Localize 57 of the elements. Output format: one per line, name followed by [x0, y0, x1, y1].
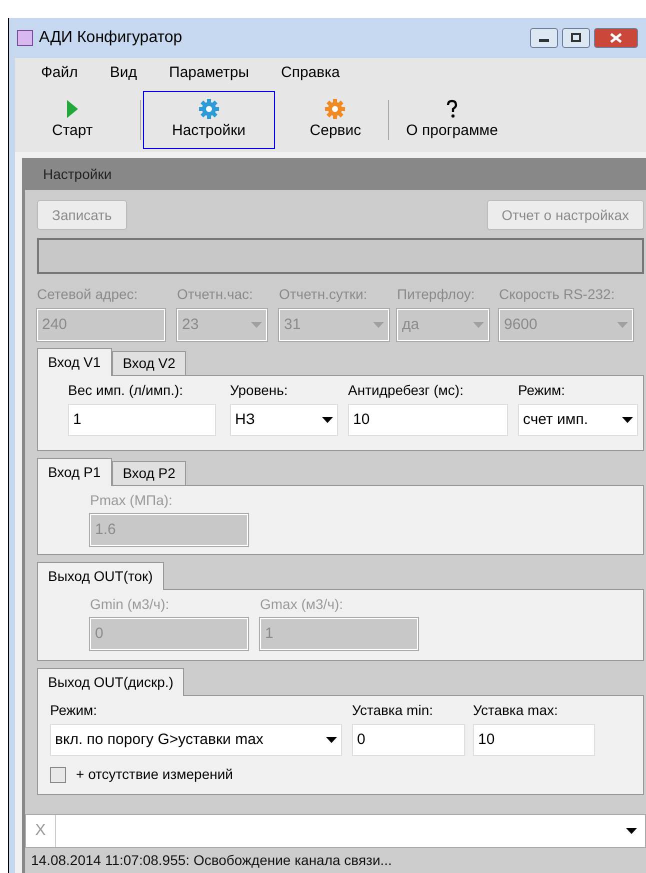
checkbox[interactable] — [50, 766, 66, 782]
menu-item[interactable]: Справка — [265, 62, 356, 84]
field-label: Отчетн.сутки: — [279, 285, 368, 304]
input-field[interactable]: 10 — [348, 404, 508, 436]
field-label: Pmax (МПа): — [90, 491, 174, 510]
caret-icon — [617, 322, 628, 328]
gear-icon — [324, 98, 346, 120]
menu-item[interactable]: Вид — [94, 62, 154, 84]
tab[interactable]: Выход OUT(дискр.) — [37, 668, 184, 696]
field-label: Вес имп. (л/имп.): — [68, 381, 184, 400]
field-label: Отчетн.час: — [177, 285, 254, 304]
field-label: Gmin (м3/ч): — [90, 595, 170, 614]
caret-icon — [626, 828, 637, 834]
toolbar-button[interactable]: Старт — [37, 91, 108, 149]
combo-box[interactable]: НЗ — [230, 404, 338, 436]
settings-icon — [198, 98, 220, 120]
tab[interactable]: Вход V1 — [37, 348, 112, 376]
toolbar-button[interactable]: Настройки — [142, 91, 275, 149]
caret-icon — [251, 322, 262, 328]
checkbox-label: + отсутствие измерений — [76, 765, 233, 784]
maximize-icon — [570, 33, 582, 43]
toolbar-button[interactable]: О программе — [391, 91, 513, 149]
tab[interactable]: Вход V2 — [112, 351, 186, 375]
tab[interactable]: Вход P2 — [112, 461, 186, 485]
caret-icon — [473, 322, 484, 328]
input-field[interactable]: 0 — [352, 724, 465, 756]
field-label: Сетевой адрес: — [37, 285, 139, 304]
app-icon — [17, 30, 33, 46]
caret-icon — [622, 416, 633, 424]
field-label: Gmax (м3/ч): — [260, 595, 344, 614]
field-label: Режим: — [518, 381, 566, 400]
field-label: Уставка min: — [352, 701, 434, 720]
field-label: Уровень: — [230, 381, 289, 400]
panel-title: Настройки — [43, 164, 112, 184]
tab[interactable]: Вход P1 — [37, 458, 112, 486]
input-field[interactable]: 10 — [473, 724, 595, 756]
field-label: Уставка max: — [473, 701, 559, 720]
input-field[interactable]: 1 — [68, 404, 216, 436]
combo-box[interactable]: вкл. по порогу G>уставки max — [50, 724, 342, 756]
field-label: Режим: — [50, 701, 98, 720]
field-label: Скорость RS-232: — [499, 285, 616, 304]
status-text: 14.08.2014 11:07:08.955: Освобождение канала связи... — [31, 851, 392, 870]
minimize-button[interactable] — [530, 28, 558, 48]
caret-icon — [322, 416, 333, 424]
tab[interactable]: Выход OUT(ток) — [37, 562, 164, 590]
close-icon — [610, 33, 622, 43]
menu-item[interactable]: Параметры — [153, 62, 265, 84]
field-label: Питерфлоу: — [397, 285, 476, 304]
combo-box[interactable]: счет имп. — [518, 404, 638, 436]
caret-icon — [326, 736, 337, 744]
menu-item[interactable]: Файл — [25, 62, 94, 84]
close-button[interactable] — [594, 28, 638, 48]
toolbar-button[interactable]: Сервис — [294, 91, 376, 149]
caret-icon — [373, 322, 384, 328]
maximize-button[interactable] — [562, 28, 590, 48]
window-title: АДИ Конфигуратор — [39, 28, 182, 48]
field-label: Антидребезг (мс): — [348, 381, 464, 400]
